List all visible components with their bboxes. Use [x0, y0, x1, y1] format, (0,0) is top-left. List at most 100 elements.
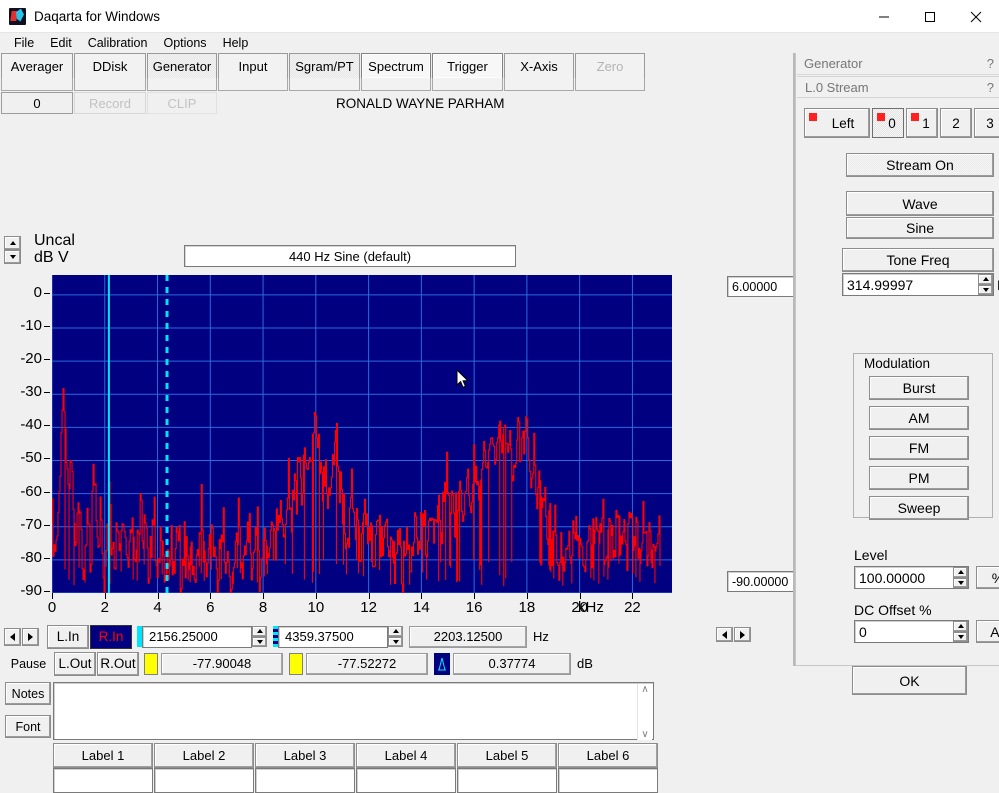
- tab-ddisk[interactable]: DDisk: [74, 53, 146, 78]
- tab-zero[interactable]: Zero: [575, 53, 645, 78]
- tab-underbar-input[interactable]: [218, 78, 288, 91]
- sweep-button[interactable]: Sweep: [869, 496, 969, 520]
- scroll-down-icon[interactable]: ∨: [641, 729, 648, 740]
- level-units-button[interactable]: %: [976, 566, 999, 589]
- stream-on-button[interactable]: Stream On: [846, 153, 994, 177]
- stream-button-2[interactable]: 2: [940, 108, 972, 138]
- label-value-3[interactable]: [255, 768, 355, 793]
- am-button[interactable]: AM: [869, 406, 969, 430]
- minimize-button[interactable]: [861, 0, 907, 33]
- level-down[interactable]: [953, 578, 968, 589]
- menu-item-calibration[interactable]: Calibration: [80, 35, 156, 51]
- label-header-5[interactable]: Label 5: [457, 743, 557, 768]
- tone-freq-field[interactable]: 314.99997: [842, 273, 994, 296]
- label-value-4[interactable]: [356, 768, 456, 793]
- tone-freq-stepper[interactable]: [978, 274, 993, 295]
- close-button[interactable]: [953, 0, 999, 33]
- notes-scrollbar[interactable]: ∧ ∨: [637, 684, 652, 740]
- ok-button[interactable]: OK: [852, 666, 967, 695]
- tab-generator[interactable]: Generator: [147, 53, 217, 78]
- tone-freq-down[interactable]: [978, 285, 993, 296]
- x-axis-pan-controls[interactable]: [716, 627, 752, 642]
- scale-up-button[interactable]: [4, 236, 21, 250]
- tab-underbar-trigger[interactable]: [432, 78, 503, 91]
- label-value-5[interactable]: [457, 768, 557, 793]
- tab-underbar-zero[interactable]: [575, 78, 645, 91]
- label-header-1[interactable]: Label 1: [53, 743, 153, 768]
- tab-underbar-ddisk[interactable]: [74, 78, 146, 91]
- label-value-1[interactable]: [53, 768, 153, 793]
- level-stepper[interactable]: [953, 567, 968, 588]
- pan-left-button[interactable]: [716, 627, 733, 642]
- maximize-button[interactable]: [907, 0, 953, 33]
- cursor-a-freq-down[interactable]: [252, 637, 267, 648]
- y-max-field[interactable]: 6.00000: [727, 276, 795, 297]
- tab-underbar-x-axis[interactable]: [504, 78, 574, 91]
- tab-spectrum[interactable]: Spectrum: [361, 53, 431, 78]
- preset-name-field[interactable]: 440 Hz Sine (default): [184, 245, 516, 267]
- y-min-field[interactable]: -90.00000: [727, 571, 795, 592]
- level-field[interactable]: 100.00000: [854, 566, 969, 589]
- tone-freq-up[interactable]: [978, 274, 993, 285]
- stream-button-1[interactable]: 1: [906, 108, 938, 138]
- font-button[interactable]: Font: [5, 715, 51, 738]
- stream-button-0[interactable]: 0: [872, 108, 904, 138]
- cursor-a-frequency-field[interactable]: 2156.25000: [142, 626, 252, 648]
- menu-item-file[interactable]: File: [6, 35, 42, 51]
- dc-offset-field[interactable]: 0: [854, 620, 969, 643]
- cursor-step-left-button[interactable]: [4, 628, 21, 646]
- cursor-b-frequency-stepper[interactable]: [388, 626, 403, 647]
- sine-waveform-button[interactable]: Sine: [846, 217, 994, 239]
- tab-trigger[interactable]: Trigger: [432, 53, 503, 78]
- pause-button[interactable]: Pause: [4, 652, 53, 676]
- record-button[interactable]: Record: [74, 92, 146, 114]
- cursor-b-frequency-field[interactable]: 4359.37500: [278, 626, 388, 648]
- dc-offset-all-button[interactable]: All: [976, 620, 999, 643]
- tab-underbar-averager[interactable]: [1, 78, 73, 91]
- menu-item-edit[interactable]: Edit: [42, 35, 80, 51]
- scroll-up-icon[interactable]: ∧: [641, 684, 648, 695]
- notes-text-area[interactable]: ∧ ∨: [53, 682, 654, 740]
- wave-button[interactable]: Wave: [846, 191, 994, 216]
- label-header-4[interactable]: Label 4: [356, 743, 456, 768]
- generator-help-icon[interactable]: ?: [987, 56, 994, 71]
- cursor-step-right-button[interactable]: [22, 628, 39, 646]
- notes-button[interactable]: Notes: [5, 682, 51, 705]
- label-value-2[interactable]: [154, 768, 254, 793]
- tab-sgram-pt[interactable]: Sgram/PT: [289, 53, 360, 78]
- label-value-6[interactable]: [558, 768, 658, 793]
- label-header-3[interactable]: Label 3: [255, 743, 355, 768]
- tab-underbar-generator[interactable]: [147, 78, 217, 91]
- label-header-2[interactable]: Label 2: [154, 743, 254, 768]
- pm-button[interactable]: PM: [869, 466, 969, 490]
- menu-item-options[interactable]: Options: [155, 35, 214, 51]
- tab-averager[interactable]: Averager: [1, 53, 73, 78]
- level-up[interactable]: [953, 567, 968, 578]
- dc-offset-down[interactable]: [953, 632, 968, 643]
- stream-button-3[interactable]: 3: [974, 108, 999, 138]
- fm-button[interactable]: FM: [869, 436, 969, 460]
- channel-button-l-in[interactable]: L.In: [47, 625, 89, 649]
- dc-offset-up[interactable]: [953, 621, 968, 632]
- vertical-scale-stepper[interactable]: [4, 236, 21, 264]
- channel-button-r-out[interactable]: R.Out: [97, 652, 139, 676]
- dc-offset-stepper[interactable]: [953, 621, 968, 642]
- channel-button-l-out[interactable]: L.Out: [54, 652, 96, 676]
- label-header-6[interactable]: Label 6: [558, 743, 658, 768]
- spectrum-plot[interactable]: [52, 275, 672, 593]
- scale-down-button[interactable]: [4, 250, 21, 264]
- tone-freq-button[interactable]: Tone Freq: [842, 248, 994, 272]
- channel-button-left[interactable]: Left: [804, 108, 870, 138]
- pan-right-button[interactable]: [734, 627, 751, 642]
- cursor-a-freq-up[interactable]: [252, 626, 267, 637]
- channel-button-r-in[interactable]: R.In: [90, 625, 132, 649]
- tab-x-axis[interactable]: X-Axis: [504, 53, 574, 78]
- cursor-b-freq-up[interactable]: [388, 626, 403, 637]
- tab-input[interactable]: Input: [218, 53, 288, 78]
- cursor-a-frequency-stepper[interactable]: [252, 626, 267, 647]
- burst-button[interactable]: Burst: [869, 376, 969, 400]
- stream-help-icon[interactable]: ?: [987, 80, 994, 95]
- tab-underbar-sgram[interactable]: [289, 78, 360, 91]
- menu-item-help[interactable]: Help: [215, 35, 257, 51]
- cursor-b-freq-down[interactable]: [388, 637, 403, 648]
